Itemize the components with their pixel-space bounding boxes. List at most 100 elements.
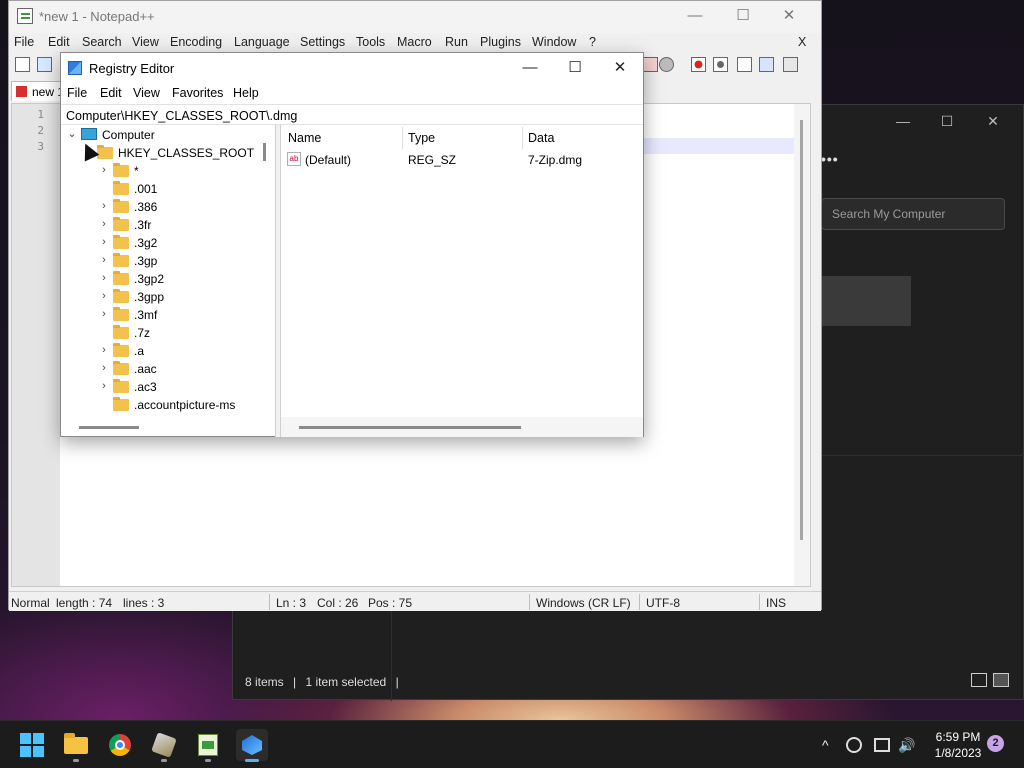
speaker-icon[interactable]: 🔊 <box>898 737 915 754</box>
tree-node-key[interactable]: › .aac <box>61 360 271 378</box>
tab-new-1[interactable]: new 1 <box>11 81 67 101</box>
taskbar-clock[interactable]: 6:59 PM 1/8/2023 <box>920 729 996 761</box>
reg-menu-edit[interactable]: Edit <box>100 86 122 100</box>
taskbar-file-explorer[interactable] <box>60 729 92 762</box>
tree-node-key[interactable]: › .3gp <box>61 252 271 270</box>
registry-address-path[interactable]: Computer\HKEY_CLASSES_ROOT\.dmg <box>66 109 297 123</box>
registry-title-bar[interactable]: Registry Editor — ☐ ✕ <box>61 53 643 83</box>
chevron-right-icon[interactable]: › <box>99 344 109 356</box>
column-header-name[interactable]: Name <box>288 131 321 145</box>
chevron-right-icon[interactable]: › <box>99 164 109 176</box>
column-header-type[interactable]: Type <box>408 131 435 145</box>
explorer-close-button[interactable]: ✕ <box>973 109 1013 133</box>
tree-node-key[interactable]: › .3mf <box>61 306 271 324</box>
tree-node-key[interactable]: .accountpicture-ms <box>61 396 271 414</box>
stop-macro-icon[interactable] <box>713 57 728 72</box>
tree-node-key[interactable]: .7z <box>61 324 271 342</box>
chevron-right-icon[interactable]: › <box>99 380 109 392</box>
scrollbar-thumb[interactable] <box>800 120 803 540</box>
start-button[interactable] <box>16 729 48 761</box>
tree-horizontal-scrollbar[interactable] <box>79 426 139 429</box>
close-document-button[interactable]: X <box>798 35 806 49</box>
tree-node-key[interactable]: › .a <box>61 342 271 360</box>
menu-edit[interactable]: Edit <box>48 35 70 49</box>
chevron-right-icon[interactable]: › <box>99 200 109 212</box>
save-macro-icon[interactable] <box>783 57 798 72</box>
notepadpp-maximize-button[interactable]: ☐ <box>723 5 763 29</box>
run-multiple-macro-icon[interactable] <box>759 57 774 72</box>
reg-menu-help[interactable]: Help <box>233 86 259 100</box>
tree-node-key[interactable]: › .386 <box>61 198 271 216</box>
registry-close-button[interactable]: ✕ <box>597 56 643 80</box>
taskbar-registry-editor[interactable] <box>236 729 268 762</box>
column-divider[interactable] <box>522 127 523 149</box>
details-view-icon[interactable] <box>971 673 987 687</box>
chevron-right-icon[interactable]: › <box>99 272 109 284</box>
play-macro-icon[interactable] <box>737 57 752 72</box>
column-header-data[interactable]: Data <box>528 131 554 145</box>
tree-node-key[interactable]: › .ac3 <box>61 378 271 396</box>
notepadpp-minimize-button[interactable]: — <box>675 5 715 29</box>
chevron-right-icon[interactable]: › <box>99 308 109 320</box>
registry-key-tree[interactable]: ⌄ Computer ⌄ HKEY_CLASSES_ROOT › * .001 … <box>61 125 276 437</box>
menu-run[interactable]: Run <box>445 35 468 49</box>
registry-maximize-button[interactable]: ☐ <box>552 56 598 80</box>
menu-tools[interactable]: Tools <box>356 35 385 49</box>
reg-menu-favorites[interactable]: Favorites <box>172 86 223 100</box>
taskbar-chrome[interactable] <box>104 729 136 761</box>
status-divider <box>529 594 530 610</box>
chevron-down-icon[interactable]: ⌄ <box>67 128 77 140</box>
open-file-icon[interactable] <box>37 57 52 72</box>
menu-search[interactable]: Search <box>82 35 122 49</box>
value-row-default[interactable]: ab (Default) REG_SZ 7-Zip.dmg <box>281 151 643 169</box>
reg-menu-view[interactable]: View <box>133 86 160 100</box>
registry-address-bar[interactable]: Computer\HKEY_CLASSES_ROOT\.dmg <box>61 104 643 125</box>
menu-window[interactable]: Window <box>532 35 576 49</box>
network-icon[interactable] <box>874 738 890 752</box>
tree-vertical-scrollbar[interactable] <box>263 143 266 161</box>
menu-view[interactable]: View <box>132 35 159 49</box>
taskbar-tool-app[interactable] <box>148 729 180 762</box>
menu-settings[interactable]: Settings <box>300 35 345 49</box>
explorer-minimize-button[interactable]: — <box>883 109 923 133</box>
reg-menu-file[interactable]: File <box>67 86 87 100</box>
menu-plugins[interactable]: Plugins <box>480 35 521 49</box>
tree-node-key[interactable]: › .3g2 <box>61 234 271 252</box>
menu-language[interactable]: Language <box>234 35 290 49</box>
chevron-right-icon[interactable]: › <box>99 254 109 266</box>
menu-help[interactable]: ? <box>589 35 596 49</box>
explorer-more-icon[interactable]: ••• <box>821 151 839 167</box>
notification-badge[interactable]: 2 <box>987 735 1004 752</box>
column-divider[interactable] <box>402 127 403 149</box>
sync-icon[interactable] <box>846 737 862 753</box>
toolbar-icon[interactable] <box>659 57 674 72</box>
notepadpp-close-button[interactable]: ✕ <box>769 5 809 29</box>
tree-node-key[interactable]: › * <box>61 162 271 180</box>
tree-node-key[interactable]: .001 <box>61 180 271 198</box>
show-hidden-icons-chevron-icon[interactable]: ^ <box>822 737 829 753</box>
new-file-icon[interactable] <box>15 57 30 72</box>
explorer-search-input[interactable]: Search My Computer <box>821 198 1005 230</box>
record-macro-icon[interactable] <box>691 57 706 72</box>
chevron-right-icon[interactable]: › <box>99 362 109 374</box>
values-horizontal-scrollbar[interactable] <box>299 426 521 429</box>
menu-macro[interactable]: Macro <box>397 35 432 49</box>
tiles-view-icon[interactable] <box>993 673 1009 687</box>
registry-editor-window[interactable]: Registry Editor — ☐ ✕ File Edit View Fav… <box>60 52 644 437</box>
tree-node-key[interactable]: › .3gp2 <box>61 270 271 288</box>
tree-node-key[interactable]: › .3gpp <box>61 288 271 306</box>
menu-file[interactable]: File <box>14 35 34 49</box>
toolbar-icon[interactable] <box>643 57 658 72</box>
notepadpp-title-bar[interactable]: *new 1 - Notepad++ — ☐ ✕ <box>9 1 821 33</box>
taskbar-notepadpp[interactable] <box>192 729 224 762</box>
registry-values-list[interactable]: Name Type Data ab (Default) REG_SZ 7-Zip… <box>281 125 643 437</box>
explorer-selected-item[interactable] <box>821 276 911 326</box>
explorer-maximize-button[interactable]: ☐ <box>927 109 967 133</box>
editor-vertical-scrollbar[interactable] <box>794 104 810 586</box>
registry-minimize-button[interactable]: — <box>507 56 553 80</box>
chevron-right-icon[interactable]: › <box>99 218 109 230</box>
chevron-right-icon[interactable]: › <box>99 236 109 248</box>
menu-encoding[interactable]: Encoding <box>170 35 222 49</box>
chevron-right-icon[interactable]: › <box>99 290 109 302</box>
tree-node-key[interactable]: › .3fr <box>61 216 271 234</box>
